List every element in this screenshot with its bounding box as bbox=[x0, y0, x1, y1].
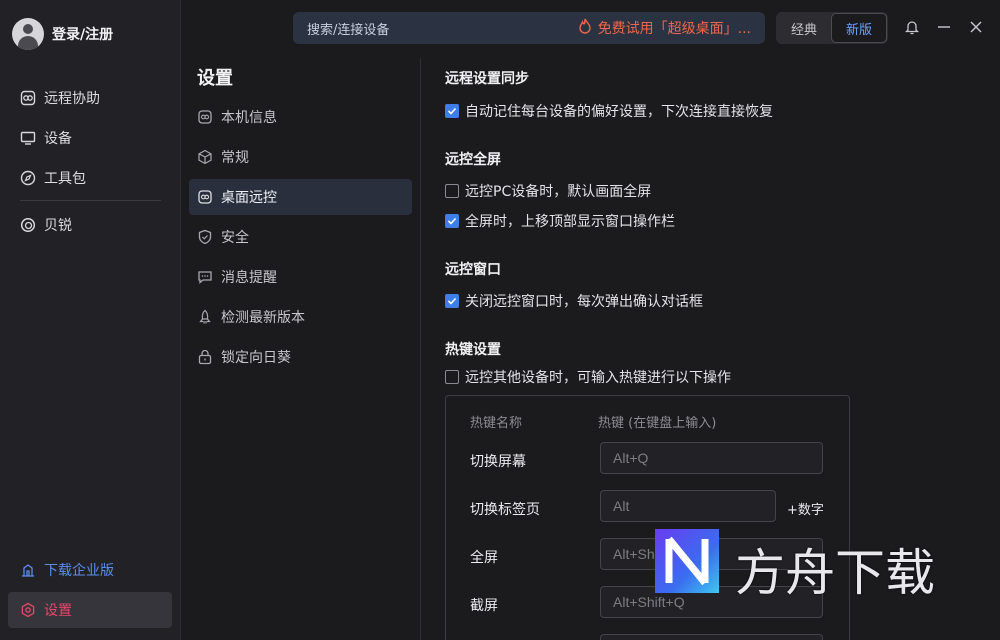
remote-assist-icon bbox=[20, 90, 36, 106]
device-info-icon bbox=[197, 109, 213, 125]
shield-icon bbox=[197, 229, 213, 245]
hotkey-name: 截屏 bbox=[470, 598, 498, 614]
settings-menu: 本机信息 常规 桌面远控 安全 消息提醒 检测最新版本 锁定向日葵 bbox=[189, 99, 412, 379]
bell-icon[interactable] bbox=[903, 18, 921, 36]
search-placeholder[interactable]: 搜索/连接设备 bbox=[307, 19, 389, 38]
menu-item-label: 安全 bbox=[221, 230, 249, 246]
hotkey-name: 切换标签页 bbox=[470, 502, 540, 518]
checkbox-unchecked[interactable] bbox=[445, 184, 459, 198]
fire-icon bbox=[578, 18, 592, 38]
promo-text: 免费试用「超级桌面」... bbox=[597, 21, 751, 37]
menu-item-label: 桌面远控 bbox=[221, 190, 277, 206]
menu-item-general[interactable]: 常规 bbox=[189, 139, 412, 175]
menu-item-desktop-remote[interactable]: 桌面远控 bbox=[189, 179, 412, 215]
checkbox-checked[interactable] bbox=[445, 214, 459, 228]
nav-item-toolkit[interactable]: 工具包 bbox=[0, 158, 181, 198]
classic-version-button[interactable]: 经典 bbox=[777, 13, 831, 43]
hotkey-name: 全屏 bbox=[470, 550, 498, 566]
option-label: 自动记住每台设备的偏好设置，下次连接直接恢复 bbox=[465, 104, 773, 120]
menu-item-label: 检测最新版本 bbox=[221, 310, 305, 326]
settings-title: 设置 bbox=[197, 68, 233, 89]
option-label: 全屏时，上移顶部显示窗口操作栏 bbox=[465, 214, 675, 230]
option-remember-prefs[interactable]: 自动记住每台设备的偏好设置，下次连接直接恢复 bbox=[445, 101, 773, 121]
hotkey-input[interactable] bbox=[600, 634, 823, 640]
nav-item-remote-assist[interactable]: 远程协助 bbox=[0, 78, 181, 118]
message-icon bbox=[197, 269, 213, 285]
menu-item-notifications[interactable]: 消息提醒 bbox=[189, 259, 412, 295]
option-label: 远控PC设备时，默认画面全屏 bbox=[465, 184, 652, 200]
version-switch: 经典 新版 bbox=[776, 12, 888, 44]
hotkey-header-name: 热键名称 bbox=[470, 416, 523, 431]
option-confirm-close[interactable]: 关闭远控窗口时，每次弹出确认对话框 bbox=[445, 291, 703, 311]
checkbox-unchecked[interactable] bbox=[445, 370, 459, 384]
cube-icon bbox=[197, 149, 213, 165]
download-enterprise-label: 下载企业版 bbox=[44, 563, 114, 579]
building-icon bbox=[20, 562, 36, 578]
nav-divider bbox=[20, 200, 161, 201]
promo-link[interactable]: 免费试用「超级桌面」... bbox=[578, 18, 751, 38]
rocket-icon bbox=[197, 309, 213, 325]
menu-item-label: 本机信息 bbox=[221, 110, 277, 126]
hotkey-input[interactable]: Alt+Shift+F bbox=[600, 538, 823, 570]
nav-item-devices[interactable]: 设备 bbox=[0, 118, 181, 158]
checkbox-checked[interactable] bbox=[445, 294, 459, 308]
menu-item-lock[interactable]: 锁定向日葵 bbox=[189, 339, 412, 375]
hotkey-input[interactable]: Alt+Shift+Q bbox=[600, 586, 823, 618]
menu-item-label: 消息提醒 bbox=[221, 270, 277, 286]
minimize-icon[interactable] bbox=[935, 18, 953, 36]
section-title-sync: 远程设置同步 bbox=[445, 71, 529, 87]
download-enterprise-button[interactable]: 下载企业版 bbox=[8, 552, 172, 588]
bottom-nav: 下载企业版 设置 bbox=[8, 548, 172, 628]
option-enable-hotkeys[interactable]: 远控其他设备时，可输入热键进行以下操作 bbox=[445, 367, 731, 387]
user-login[interactable]: 登录/注册 bbox=[12, 18, 113, 50]
lock-icon bbox=[197, 349, 213, 365]
divider bbox=[420, 58, 421, 640]
desktop-remote-icon bbox=[197, 189, 213, 205]
section-title-hotkey: 热键设置 bbox=[445, 342, 501, 358]
option-show-toolbar[interactable]: 全屏时，上移顶部显示窗口操作栏 bbox=[445, 211, 675, 231]
hotkey-suffix: +数字 bbox=[787, 503, 824, 518]
nav-item-label: 设备 bbox=[44, 131, 72, 147]
nav-item-label: 工具包 bbox=[44, 171, 86, 187]
nav-item-label: 远程协助 bbox=[44, 91, 100, 107]
option-label: 关闭远控窗口时，每次弹出确认对话框 bbox=[465, 294, 703, 310]
compass-icon bbox=[20, 170, 36, 186]
close-icon[interactable] bbox=[967, 18, 985, 36]
hotkey-input[interactable]: Alt bbox=[600, 490, 776, 522]
beirui-logo-icon bbox=[20, 217, 36, 233]
section-title-window: 远控窗口 bbox=[445, 262, 501, 278]
hotkey-table: 热键名称 热键 (在键盘上输入) 切换屏幕 Alt+Q 切换标签页 Alt +数… bbox=[445, 395, 850, 640]
nav-item-label: 贝锐 bbox=[44, 218, 72, 234]
menu-item-label: 常规 bbox=[221, 150, 249, 166]
section-title-fullscreen: 远控全屏 bbox=[445, 152, 501, 168]
new-version-button[interactable]: 新版 bbox=[831, 13, 887, 43]
menu-item-check-update[interactable]: 检测最新版本 bbox=[189, 299, 412, 335]
settings-label: 设置 bbox=[44, 603, 72, 619]
menu-item-label: 锁定向日葵 bbox=[221, 350, 291, 366]
settings-hex-icon bbox=[20, 602, 36, 618]
menu-item-device-info[interactable]: 本机信息 bbox=[189, 99, 412, 135]
option-default-fullscreen[interactable]: 远控PC设备时，默认画面全屏 bbox=[445, 181, 651, 201]
monitor-icon bbox=[20, 130, 36, 146]
avatar[interactable] bbox=[12, 18, 44, 50]
settings-button[interactable]: 设置 bbox=[8, 592, 172, 628]
search-connect-bar[interactable]: 搜索/连接设备 免费试用「超级桌面」... bbox=[293, 12, 765, 44]
hotkey-name: 切换屏幕 bbox=[470, 454, 526, 470]
menu-item-security[interactable]: 安全 bbox=[189, 219, 412, 255]
checkbox-checked[interactable] bbox=[445, 104, 459, 118]
hotkey-input[interactable]: Alt+Q bbox=[600, 442, 823, 474]
hotkey-header-key: 热键 (在键盘上输入) bbox=[598, 416, 717, 431]
option-label: 远控其他设备时，可输入热键进行以下操作 bbox=[465, 370, 731, 386]
left-sidebar: 登录/注册 远程协助 设备 工具包 贝锐 下载企业版 设置 bbox=[0, 0, 181, 640]
nav-item-beirui[interactable]: 贝锐 bbox=[0, 205, 181, 245]
login-register-label[interactable]: 登录/注册 bbox=[52, 24, 113, 44]
main-nav: 远程协助 设备 工具包 贝锐 bbox=[0, 78, 181, 245]
